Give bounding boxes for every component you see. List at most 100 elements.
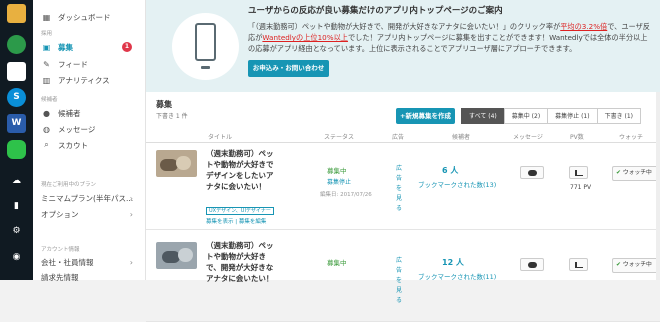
col-message: メッセージ	[513, 134, 543, 141]
stop-recruit-link[interactable]: 募集停止	[327, 177, 351, 186]
message-button[interactable]	[520, 166, 544, 179]
sidebar-heading-plan: 現在ご利用中のプラン	[41, 182, 97, 188]
status-label: 募集中	[327, 167, 347, 175]
sidebar: ▦ ダッシュボード 採用 ▣ 募集 1 ✎ フィード ▥ アナリティクス 候補者…	[33, 0, 146, 282]
col-watch: ウォッチ	[619, 134, 644, 141]
sidebar-heading-account: アカウント情報	[41, 247, 80, 253]
os-taskbar: S W ☁ ▮ ⚙ ◉	[0, 0, 33, 280]
folder-icon[interactable]	[7, 4, 26, 23]
sidebar-item-label: ダッシュボード	[58, 12, 111, 22]
status-label: 募集中	[327, 259, 347, 267]
sidebar-item-analytics[interactable]: ▥ アナリティクス	[41, 73, 141, 87]
sidebar-item-label: 募集	[58, 42, 73, 52]
sidebar-item-recruit[interactable]: ▣ 募集 1	[41, 40, 141, 54]
search-icon: ⌕	[44, 140, 49, 149]
table-row: （週末勤務可）ペットや動物が大好きで、開発が大好きなアナタに会いたい！ 募集中 …	[146, 236, 660, 322]
recruit-icon: ▣	[42, 42, 51, 52]
col-candidates: 候補者	[452, 134, 471, 141]
table-header: タイトル ステータス 広告 候補者 メッセージ PV数 ウォッチ	[146, 130, 660, 143]
chart-icon: ▥	[42, 75, 51, 85]
banner-title: ユーザからの反応が良い募集だけのアプリ内トップページのご案内	[248, 6, 503, 16]
recruit-thumbnail[interactable]	[156, 242, 197, 269]
chat-icon: ◍	[43, 124, 50, 134]
recruit-links[interactable]: 募集を表示 | 募集を編集	[206, 217, 266, 225]
sidebar-item-options[interactable]: オプション ›	[41, 207, 141, 221]
notification-badge: 1	[122, 42, 132, 52]
sidebar-item-dashboard[interactable]: ▦ ダッシュボード	[41, 10, 141, 24]
recruit-title[interactable]: （週末勤務可）ペットや動物が大好きでデザインをしたいアナタに会いたい！	[206, 148, 278, 192]
sidebar-item-messages[interactable]: ◍ メッセージ	[41, 122, 141, 136]
candidate-count[interactable]: 12 人	[442, 257, 464, 268]
tab-draft[interactable]: 下書き (1)	[596, 108, 642, 124]
pv-count: 771 PV	[570, 184, 592, 191]
sidebar-item-label: スカウト	[58, 140, 88, 150]
company-label: 会社・社員情報	[41, 257, 94, 267]
promo-banner: ユーザからの反応が良い募集だけのアプリ内トップページのご案内 「（週末勤務可）ペ…	[146, 0, 660, 92]
sidebar-item-label: メッセージ	[58, 124, 96, 134]
bar-chart-icon	[575, 170, 583, 176]
signal-icon[interactable]: ◉	[7, 248, 26, 267]
chat-icon	[528, 170, 537, 176]
recruit-thumbnail[interactable]	[156, 150, 197, 177]
view-ad-link[interactable]: 広告を見る	[396, 164, 404, 214]
banner-text: 「（週末勤務可）ペットや動物が大好きで、開発が大好きなアナタに会いたい！」のクリ…	[248, 22, 650, 53]
pv-chart-button[interactable]	[569, 258, 588, 271]
options-label: オプション	[41, 209, 79, 219]
sidebar-item-label: フィード	[58, 59, 88, 69]
candidate-count[interactable]: 6 人	[442, 165, 458, 176]
sidebar-item-label: 候補者	[58, 108, 81, 118]
chat-icon	[528, 262, 537, 268]
watch-button[interactable]: ✔ ウォッチ中	[612, 258, 660, 273]
apply-contact-button[interactable]: お申込み・お問い合わせ	[248, 60, 329, 77]
bookmark-count[interactable]: ブックマークされた数(13)	[418, 179, 496, 189]
grid-icon: ▦	[42, 12, 51, 22]
settings-icon[interactable]: ⚙	[7, 222, 26, 241]
recruit-tags: UXデザイン、UIデザイナー	[206, 207, 274, 215]
edit-date: 編集日: 2017/07/26	[320, 192, 372, 198]
plan-label: ミニマムプラン(半年パス...	[41, 193, 134, 203]
col-pv: PV数	[570, 134, 584, 141]
sidebar-item-plan[interactable]: ミニマムプラン(半年パス... ›	[41, 191, 141, 205]
word-icon[interactable]: W	[7, 114, 26, 133]
col-title: タイトル	[208, 134, 233, 141]
cloud-icon[interactable]: ☁	[7, 172, 26, 191]
person-icon: ●	[43, 108, 50, 118]
chevron-right-icon: ›	[129, 193, 133, 203]
scrollbar[interactable]	[656, 92, 660, 280]
chevron-right-icon: ›	[129, 209, 133, 219]
page-title: 募集	[156, 100, 172, 109]
billing-label: 請求先情報	[41, 272, 79, 282]
feed-icon: ✎	[43, 59, 50, 69]
sidebar-item-scout[interactable]: ⌕ スカウト	[41, 138, 141, 152]
sidebar-item-candidates[interactable]: ● 候補者	[41, 106, 141, 120]
sidebar-item-company[interactable]: 会社・社員情報 ›	[41, 255, 141, 269]
status-filter-tabs: すべて (4) 募集中 (2) 募集停止 (1) 下書き (1)	[461, 108, 642, 124]
create-recruit-button[interactable]: +新規募集を作成	[396, 108, 455, 124]
recruit-title[interactable]: （週末勤務可）ペットや動物が大好きで、開発が大好きなアナタに会いたい！	[206, 240, 278, 284]
tab-active[interactable]: 募集中 (2)	[503, 108, 548, 124]
skype-icon[interactable]: S	[7, 88, 26, 107]
sidebar-heading-recruit: 採用	[41, 31, 53, 37]
col-status: ステータス	[324, 134, 355, 141]
sidebar-heading-candidates: 候補者	[41, 97, 58, 103]
network-icon[interactable]: ▮	[7, 197, 26, 216]
watch-button[interactable]: ✔ ウォッチ中	[612, 166, 660, 181]
view-ad-link[interactable]: 広告を見る	[396, 256, 404, 306]
chrome-icon[interactable]	[7, 35, 26, 54]
sidebar-item-feed[interactable]: ✎ フィード	[41, 57, 141, 71]
tab-all[interactable]: すべて (4)	[461, 108, 504, 124]
smartphone-icon	[172, 13, 239, 80]
bar-chart-icon	[575, 262, 583, 268]
sidebar-item-billing[interactable]: 請求先情報	[41, 270, 141, 284]
draft-count: 下書き 1 件	[156, 113, 188, 120]
line-icon[interactable]	[7, 140, 26, 159]
chevron-right-icon: ›	[129, 257, 133, 267]
recruit-list-panel: 募集 下書き 1 件 +新規募集を作成 すべて (4) 募集中 (2) 募集停止…	[146, 92, 660, 322]
tab-stopped[interactable]: 募集停止 (1)	[547, 108, 597, 124]
message-button[interactable]	[520, 258, 544, 271]
check-icon: ✔	[616, 170, 621, 176]
app-icon[interactable]	[7, 62, 26, 81]
pv-chart-button[interactable]	[569, 166, 588, 179]
check-icon: ✔	[616, 262, 621, 268]
sidebar-item-label: アナリティクス	[58, 75, 110, 85]
